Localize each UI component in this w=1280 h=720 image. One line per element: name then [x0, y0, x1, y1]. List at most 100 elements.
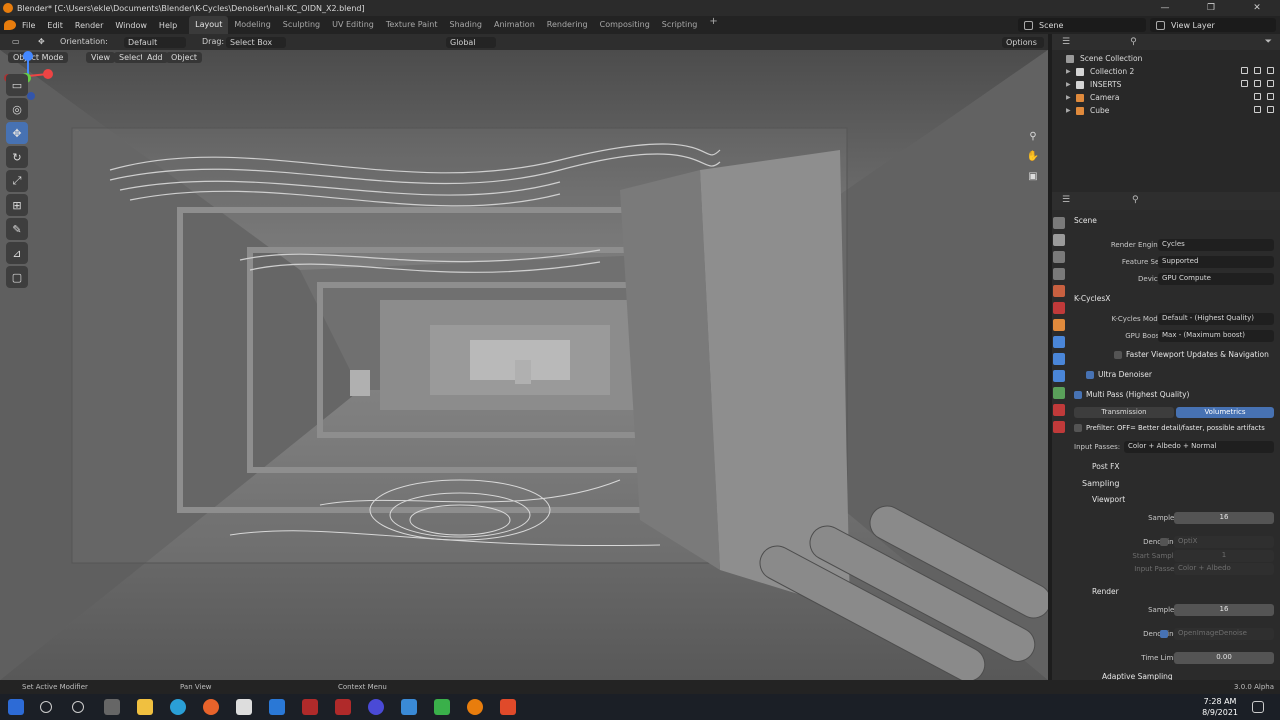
view-menu[interactable]: View — [86, 52, 115, 63]
tab-animation[interactable]: Animation — [488, 16, 541, 34]
app-icon[interactable] — [434, 699, 450, 715]
select-box-icon[interactable]: ▭ — [6, 74, 28, 96]
checkbox-icon[interactable] — [1086, 371, 1094, 379]
prefilter-checkbox[interactable]: Prefilter: OFF= Better detail/faster, po… — [1074, 424, 1265, 432]
gpu-boost-dropdown[interactable]: Max - (Maximum boost) — [1158, 330, 1274, 342]
tab-sculpting[interactable]: Sculpting — [277, 16, 326, 34]
render-engine-dropdown[interactable]: Cycles — [1158, 239, 1274, 251]
maximize-button[interactable]: ❐ — [1188, 0, 1234, 16]
start-icon[interactable] — [8, 699, 24, 715]
add-cube-icon[interactable]: ▢ — [6, 266, 28, 288]
time-limit-field[interactable]: 0.00 — [1174, 652, 1274, 664]
checkbox-icon[interactable] — [1160, 538, 1168, 546]
scene-selector[interactable]: Scene — [1018, 18, 1146, 32]
camera-view-icon[interactable]: ▣ — [1024, 168, 1042, 186]
store-icon[interactable] — [236, 699, 252, 715]
kcycles-mode-dropdown[interactable]: Default - (Highest Quality) — [1158, 313, 1274, 325]
mail-icon[interactable] — [269, 699, 285, 715]
checkbox-icon[interactable] — [1241, 80, 1248, 87]
cortana-icon[interactable] — [72, 701, 84, 713]
tab-modeling[interactable]: Modeling — [228, 16, 276, 34]
adaptive-sampling-section-header[interactable]: Adaptive Sampling — [1102, 672, 1173, 680]
clock[interactable]: 7:28 AM 8/9/2021 — [1202, 696, 1238, 718]
menu-edit[interactable]: Edit — [41, 21, 69, 30]
scene-collection-row[interactable]: Scene Collection — [1066, 52, 1280, 65]
eye-icon[interactable] — [1254, 93, 1261, 100]
scale-icon[interactable]: ⤢ — [6, 170, 28, 192]
outliner-search-icon[interactable]: ⚲ — [1130, 37, 1137, 47]
properties-type-icon[interactable]: ☰ — [1062, 195, 1070, 205]
close-button[interactable]: ✕ — [1234, 0, 1280, 16]
tab-layout[interactable]: Layout — [189, 16, 229, 34]
output-tab-icon[interactable] — [1053, 251, 1065, 263]
rotate-icon[interactable]: ↻ — [6, 146, 28, 168]
checkbox-icon[interactable] — [1241, 67, 1248, 74]
tool-icon[interactable]: ▭ — [12, 37, 20, 46]
properties-search-icon[interactable]: ⚲ — [1132, 195, 1139, 205]
render-samples-field[interactable]: 16 — [1174, 604, 1274, 616]
task-view-icon[interactable] — [104, 699, 120, 715]
options-dropdown[interactable]: Options — [1002, 37, 1044, 48]
drag-dropdown[interactable]: Select Box — [226, 37, 286, 48]
camera-icon[interactable] — [1267, 80, 1274, 87]
menu-render[interactable]: Render — [69, 21, 109, 30]
start-sample-field[interactable]: 1 — [1174, 550, 1274, 562]
faster-viewport-checkbox[interactable]: Faster Viewport Updates & Navigation — [1114, 350, 1269, 359]
view-layer-selector[interactable]: View Layer — [1150, 18, 1276, 32]
camera-icon[interactable] — [1267, 67, 1274, 74]
object-menu[interactable]: Object — [166, 52, 203, 63]
particles-tab-icon[interactable] — [1053, 353, 1065, 365]
sampling-section-header[interactable]: Sampling — [1082, 479, 1119, 488]
outliner-type-icon[interactable]: ☰ — [1062, 37, 1070, 47]
ultra-denoiser-checkbox[interactable]: Ultra Denoiser — [1086, 370, 1152, 379]
tab-scripting[interactable]: Scripting — [656, 16, 704, 34]
eye-icon[interactable] — [1254, 106, 1261, 113]
menu-file[interactable]: File — [16, 21, 41, 30]
outliner-row[interactable]: ▶ Cube — [1066, 104, 1280, 117]
add-workspace-button[interactable]: + — [703, 16, 723, 34]
3d-viewport[interactable]: Object Mode View Select Add Object ⚲ ✋ ▣ — [0, 50, 1048, 680]
input-passes-dropdown[interactable]: Color + Albedo + Normal — [1124, 441, 1274, 453]
outliner-row[interactable]: ▶ Camera — [1066, 91, 1280, 104]
filter-icon[interactable]: ⏷ — [1265, 37, 1272, 47]
world-tab-icon[interactable] — [1053, 302, 1065, 314]
menu-help[interactable]: Help — [153, 21, 183, 30]
tab-shading[interactable]: Shading — [443, 16, 488, 34]
blender-menu-icon[interactable] — [4, 20, 16, 30]
render-denoiser-dropdown[interactable]: OpenImageDenoise — [1174, 628, 1274, 640]
expand-icon[interactable]: ▶ — [1066, 107, 1076, 114]
annotate-icon[interactable]: ✎ — [6, 218, 28, 240]
checkbox-icon[interactable] — [1074, 391, 1082, 399]
physics-tab-icon[interactable] — [1053, 370, 1065, 382]
app-icon[interactable] — [302, 699, 318, 715]
viewport-samples-field[interactable]: 16 — [1174, 512, 1274, 524]
volumetrics-toggle[interactable]: Volumetrics — [1176, 407, 1274, 418]
viewport-subsection-header[interactable]: Viewport — [1092, 495, 1125, 504]
app-icon[interactable] — [401, 699, 417, 715]
file-explorer-icon[interactable] — [137, 699, 153, 715]
tab-texture-paint[interactable]: Texture Paint — [380, 16, 444, 34]
orientation-dropdown[interactable]: Default — [124, 37, 186, 48]
app-icon[interactable] — [368, 699, 384, 715]
add-menu[interactable]: Add — [142, 52, 168, 63]
move-icon[interactable]: ✥ — [6, 122, 28, 144]
render-subsection-header[interactable]: Render — [1092, 587, 1119, 596]
zoom-icon[interactable]: ⚲ — [1024, 128, 1042, 146]
viewport-denoiser-dropdown[interactable]: OptiX — [1174, 536, 1274, 548]
pan-hand-icon[interactable]: ✋ — [1024, 148, 1042, 166]
multi-pass-checkbox[interactable]: Multi Pass (Highest Quality) — [1074, 390, 1189, 399]
search-icon[interactable] — [40, 701, 52, 713]
app-icon[interactable] — [335, 699, 351, 715]
camera-icon[interactable] — [1267, 93, 1274, 100]
tab-compositing[interactable]: Compositing — [594, 16, 656, 34]
eye-icon[interactable] — [1254, 80, 1261, 87]
render-tab-icon[interactable] — [1053, 234, 1065, 246]
scene-tab-icon[interactable] — [1053, 285, 1065, 297]
checkbox-icon[interactable] — [1114, 351, 1122, 359]
edge-icon[interactable] — [170, 699, 186, 715]
expand-icon[interactable]: ▶ — [1066, 68, 1076, 75]
texture-tab-icon[interactable] — [1053, 421, 1065, 433]
cursor-icon[interactable]: ◎ — [6, 98, 28, 120]
object-tab-icon[interactable] — [1053, 319, 1065, 331]
firefox-icon[interactable] — [203, 699, 219, 715]
